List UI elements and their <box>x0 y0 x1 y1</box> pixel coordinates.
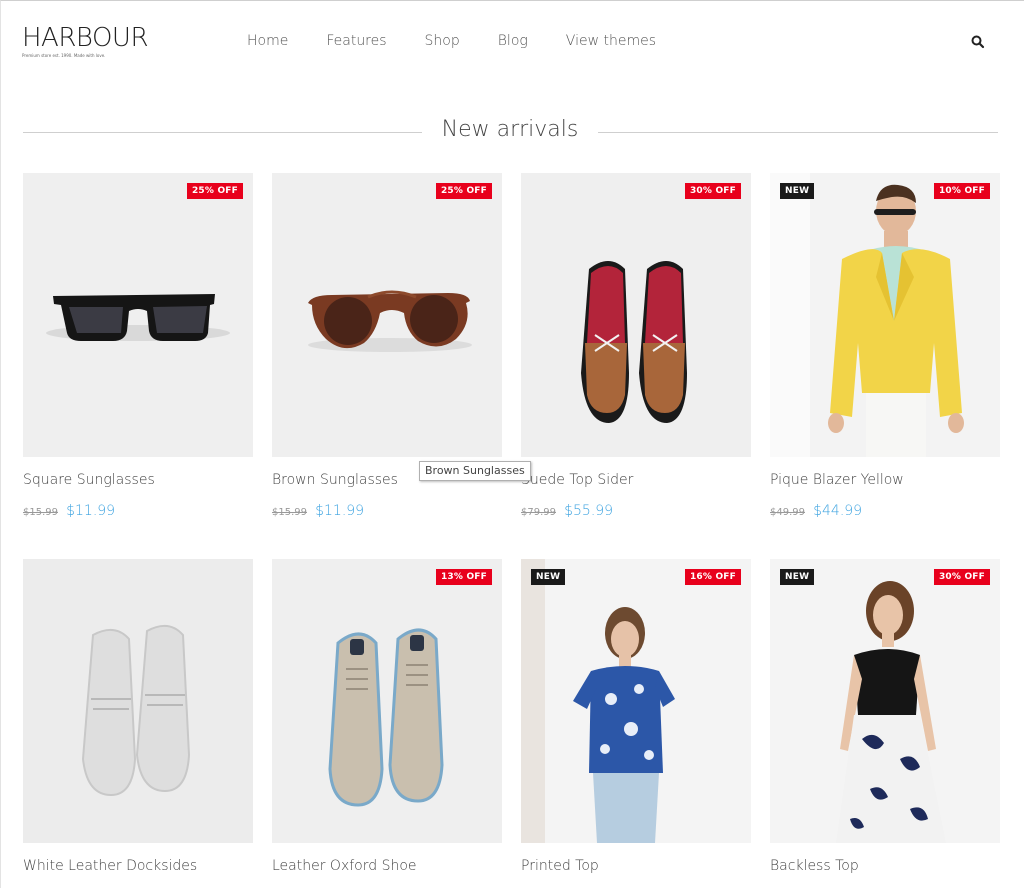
product-name[interactable]: White Leather Docksides <box>23 858 253 874</box>
product-card[interactable]: 30% OFF Suede Top Sider $79.99 $55.99 <box>521 173 751 519</box>
product-name[interactable]: Suede Top Sider <box>521 472 751 488</box>
product-name[interactable]: Square Sunglasses <box>23 472 253 488</box>
nav-shop[interactable]: Shop <box>425 33 460 49</box>
search-button[interactable] <box>970 34 986 50</box>
discount-badge: 10% OFF <box>933 183 990 199</box>
section-title: New arrivals <box>441 117 579 142</box>
nav-view-themes[interactable]: View themes <box>566 33 656 49</box>
product-image[interactable]: NEW 16% OFF <box>521 559 751 843</box>
product-name[interactable]: Printed Top <box>521 858 751 874</box>
product-image[interactable]: NEW 10% OFF <box>770 173 1000 457</box>
new-badge: NEW <box>531 569 566 585</box>
product-image[interactable]: 13% OFF <box>272 559 502 843</box>
discount-badge: 30% OFF <box>933 569 990 585</box>
square-sunglasses-image <box>23 173 253 457</box>
product-name[interactable]: Pique Blazer Yellow <box>770 472 1000 488</box>
old-price: $15.99 <box>23 507 58 518</box>
product-card[interactable]: 13% OFF Leather Oxford Shoe <box>272 559 502 874</box>
discount-badge: 13% OFF <box>435 569 492 585</box>
old-price: $15.99 <box>272 507 307 518</box>
oxford-shoe-image <box>272 559 502 843</box>
product-card[interactable]: 25% OFF Square Sunglasses $15.99 $11.99 <box>23 173 253 519</box>
product-tooltip: Brown Sunglasses <box>419 461 531 481</box>
discount-badge: 25% OFF <box>435 183 492 199</box>
nav-blog[interactable]: Blog <box>498 33 528 49</box>
product-image[interactable]: 25% OFF <box>23 173 253 457</box>
product-image[interactable]: NEW 30% OFF <box>770 559 1000 843</box>
product-image[interactable]: 30% OFF <box>521 173 751 457</box>
product-image[interactable]: 25% OFF <box>272 173 502 457</box>
sale-price: $11.99 <box>66 503 116 519</box>
product-image[interactable] <box>23 559 253 843</box>
white-docksides-image <box>23 559 253 843</box>
price-row: $79.99 $55.99 <box>521 500 751 519</box>
new-badge: NEW <box>780 569 815 585</box>
old-price: $49.99 <box>770 507 805 518</box>
section-divider-right <box>598 132 998 133</box>
brand-tagline: Premium store est. 1990. Made with love. <box>22 53 106 58</box>
product-card[interactable]: NEW 16% OFF Printed Top <box>521 559 751 874</box>
sale-price: $55.99 <box>564 503 614 519</box>
price-row: $15.99 $11.99 <box>272 500 502 519</box>
yellow-blazer-image <box>770 173 1000 457</box>
brand-logo[interactable]: HARBOUR Premium store est. 1990. Made wi… <box>22 24 158 58</box>
discount-badge: 30% OFF <box>684 183 741 199</box>
search-icon <box>971 35 985 49</box>
backless-top-image <box>770 559 1000 843</box>
product-name[interactable]: Backless Top <box>770 858 1000 874</box>
section-divider-left <box>23 132 422 133</box>
sale-price: $11.99 <box>315 503 365 519</box>
product-card[interactable]: NEW 10% OFF Pique Blazer Yellow $49.99 $… <box>770 173 1000 519</box>
sale-price: $44.99 <box>813 503 863 519</box>
suede-top-sider-image <box>521 173 751 457</box>
discount-badge: 25% OFF <box>186 183 243 199</box>
product-card[interactable]: NEW 30% OFF Backless Top <box>770 559 1000 874</box>
product-card[interactable]: White Leather Docksides <box>23 559 253 874</box>
nav-features[interactable]: Features <box>326 33 386 49</box>
discount-badge: 16% OFF <box>684 569 741 585</box>
new-badge: NEW <box>780 183 815 199</box>
printed-top-image <box>521 559 751 843</box>
nav-home[interactable]: Home <box>247 33 288 49</box>
price-row: $49.99 $44.99 <box>770 500 1000 519</box>
old-price: $79.99 <box>521 507 556 518</box>
main-nav: Home Features Shop Blog View themes <box>247 33 694 49</box>
price-row: $15.99 $11.99 <box>23 500 253 519</box>
brand-name: HARBOUR <box>22 23 149 53</box>
product-name[interactable]: Leather Oxford Shoe <box>272 858 502 874</box>
brown-sunglasses-image <box>272 173 502 457</box>
